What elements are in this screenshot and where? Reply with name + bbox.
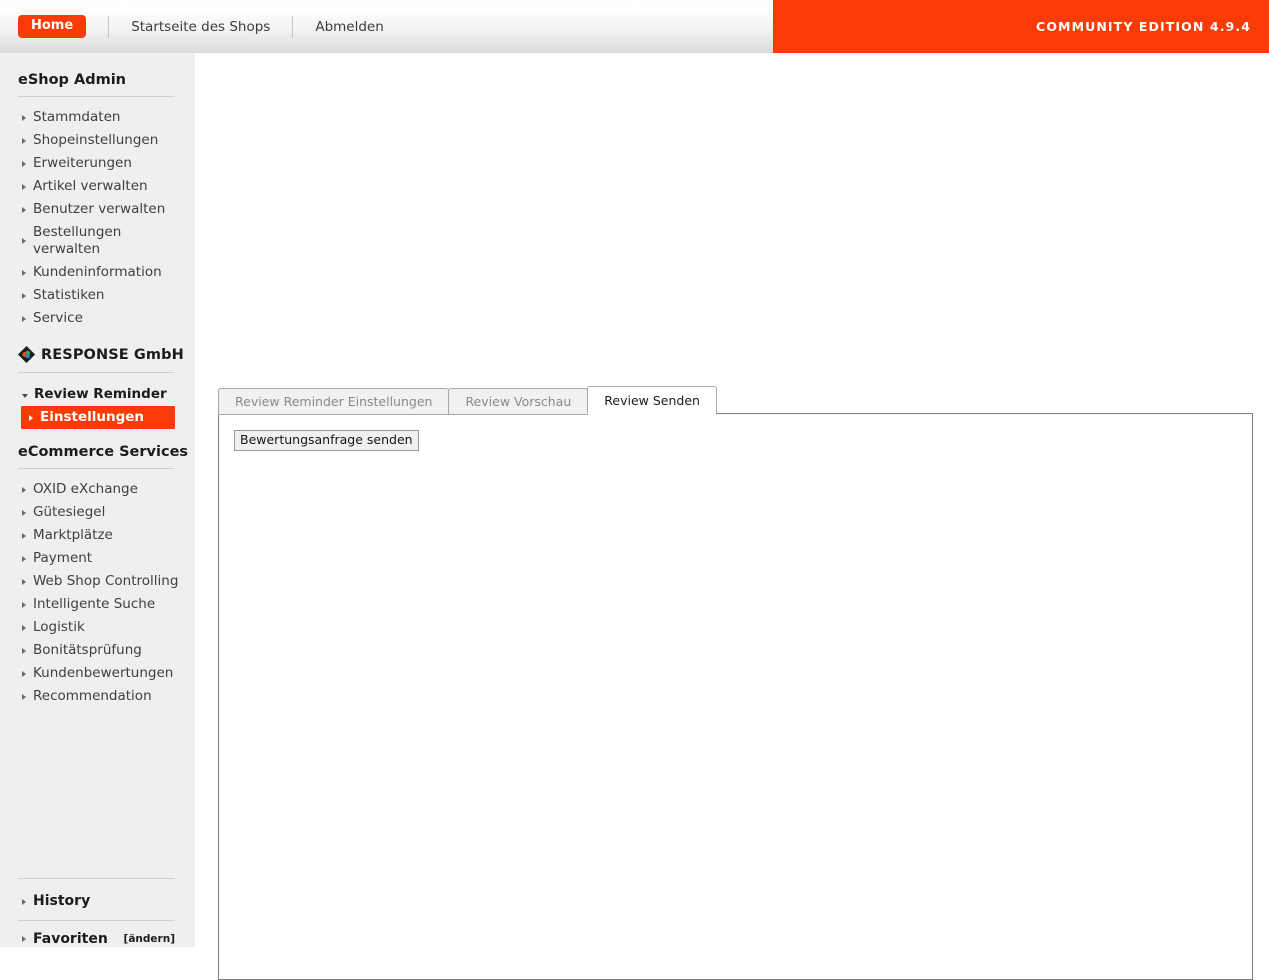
sidebar-item-benutzer-verwalten[interactable]: Benutzer verwalten — [0, 198, 195, 221]
chevron-right-icon — [22, 510, 26, 516]
chevron-right-icon — [22, 316, 26, 322]
chevron-right-icon — [22, 161, 26, 167]
brand-name: RESPONSE GmbH — [41, 346, 184, 363]
sidebar-item-guetesiegel[interactable]: Gütesiegel — [0, 501, 195, 524]
chevron-right-icon — [22, 293, 26, 299]
edition-banner: COMMUNITY EDITION 4.9.4 — [773, 0, 1269, 53]
sidebar-item-label: Recommendation — [33, 688, 152, 704]
home-button[interactable]: Home — [18, 15, 87, 38]
chevron-right-icon — [22, 579, 26, 585]
header-navigation: Home Startseite des Shops Abmelden — [0, 0, 384, 53]
sidebar-item-label: Intelligente Suche — [33, 596, 156, 612]
chevron-right-icon — [22, 899, 26, 905]
chevron-right-icon — [22, 694, 26, 700]
chevron-right-icon — [22, 671, 26, 677]
nav-divider — [108, 15, 110, 38]
chevron-right-icon — [22, 115, 26, 121]
sidebar-item-kundenbewertungen[interactable]: Kundenbewertungen — [0, 662, 195, 685]
sidebar-item-label: Bonitätsprüfung — [33, 642, 142, 658]
sidebar-item-payment[interactable]: Payment — [0, 547, 195, 570]
sidebar-item-review-reminder[interactable]: Review Reminder — [0, 383, 195, 406]
sidebar-item-stammdaten[interactable]: Stammdaten — [0, 106, 195, 129]
sidebar-item-kundeninformation[interactable]: Kundeninformation — [0, 261, 195, 284]
sidebar-item-service[interactable]: Service — [0, 307, 195, 330]
sidebar-item-label: Kundenbewertungen — [33, 665, 174, 681]
chevron-right-icon — [22, 556, 26, 562]
sidebar-item-statistiken[interactable]: Statistiken — [0, 284, 195, 307]
sidebar-item-bonitaetspruefung[interactable]: Bonitätsprüfung — [0, 639, 195, 662]
chevron-right-icon — [22, 602, 26, 608]
sidebar-item-einstellungen[interactable]: Einstellungen — [21, 406, 175, 429]
chevron-right-icon — [22, 648, 26, 654]
sidebar-item-label: OXID eXchange — [33, 481, 138, 497]
chevron-right-icon — [22, 936, 26, 942]
sidebar-item-label: Review Reminder — [34, 386, 167, 402]
top-header-bar: Home Startseite des Shops Abmelden COMMU… — [0, 0, 1269, 53]
chevron-right-icon — [22, 270, 26, 276]
sidebar-item-intelligente-suche[interactable]: Intelligente Suche — [0, 593, 195, 616]
chevron-right-icon — [22, 138, 26, 144]
chevron-right-icon — [22, 184, 26, 190]
sidebar-item-artikel-verwalten[interactable]: Artikel verwalten — [0, 175, 195, 198]
sidebar-item-label: Einstellungen — [40, 409, 145, 425]
sidebar-item-label: Logistik — [33, 619, 85, 635]
sidebar-item-label: Gütesiegel — [33, 504, 106, 520]
ecommerce-section-title: eCommerce Services — [18, 444, 189, 460]
sidebar-item-marktplaetze[interactable]: Marktplätze — [0, 524, 195, 547]
sidebar-item-label: Artikel verwalten — [33, 178, 148, 194]
tab-review-reminder-einstellungen[interactable]: Review Reminder Einstellungen — [218, 388, 450, 415]
sidebar-item-label: Marktplätze — [33, 527, 113, 543]
sidebar-item-history[interactable]: History — [0, 890, 195, 913]
tab-content-panel: Bewertungsanfrage senden — [218, 413, 1253, 980]
sidebar-item-label: Erweiterungen — [33, 155, 132, 171]
favorites-edit-link[interactable]: [ändern] — [124, 933, 175, 945]
sidebar-item-web-shop-controlling[interactable]: Web Shop Controlling — [0, 570, 195, 593]
sidebar-item-label: Payment — [33, 550, 93, 566]
tab-review-vorschau[interactable]: Review Vorschau — [448, 388, 589, 415]
shop-frontpage-link[interactable]: Startseite des Shops — [131, 19, 270, 35]
sidebar-item-label: Bestellungen verwalten — [33, 224, 122, 257]
sidebar-item-label: Benutzer verwalten — [33, 201, 166, 217]
sidebar-item-favoriten[interactable]: Favoriten — [0, 931, 108, 948]
logout-link[interactable]: Abmelden — [315, 19, 383, 35]
chevron-right-icon — [22, 487, 26, 493]
sidebar-item-label: Service — [33, 310, 83, 326]
favorites-row: Favoriten [ändern] — [0, 931, 195, 948]
sidebar-item-label: Web Shop Controlling — [33, 573, 179, 589]
sidebar-item-label: Stammdaten — [33, 109, 121, 125]
sidebar-item-label: Kundeninformation — [33, 264, 162, 280]
edition-label: COMMUNITY EDITION 4.9.4 — [1036, 19, 1251, 34]
chevron-right-icon — [22, 238, 26, 244]
admin-menu-list: Stammdaten Shopeinstellungen Erweiterung… — [0, 106, 195, 330]
sidebar-item-shopeinstellungen[interactable]: Shopeinstellungen — [0, 129, 195, 152]
sidebar-item-label: Shopeinstellungen — [33, 132, 159, 148]
sidebar-item-erweiterungen[interactable]: Erweiterungen — [0, 152, 195, 175]
send-review-request-button[interactable]: Bewertungsanfrage senden — [234, 430, 419, 451]
tab-review-senden[interactable]: Review Senden — [587, 386, 717, 415]
chevron-right-icon — [29, 415, 33, 421]
sidebar-item-label: Statistiken — [33, 287, 105, 303]
sidebar-item-label: Favoriten — [33, 931, 108, 947]
sidebar-item-oxid-exchange[interactable]: OXID eXchange — [0, 478, 195, 501]
sidebar-item-logistik[interactable]: Logistik — [0, 616, 195, 639]
main-content-area: Review Reminder Einstellungen Review Vor… — [195, 53, 1269, 980]
chevron-right-icon — [22, 533, 26, 539]
chevron-down-icon — [22, 394, 28, 398]
sidebar-item-label: History — [33, 893, 91, 909]
diamond-logo-icon — [17, 345, 36, 364]
chevron-right-icon — [22, 207, 26, 213]
admin-section-title: eShop Admin — [18, 72, 126, 88]
tab-bar: Review Reminder Einstellungen Review Vor… — [218, 386, 717, 415]
chevron-right-icon — [22, 625, 26, 631]
sidebar-footer: History Favoriten [ändern] — [0, 878, 195, 948]
sidebar-item-recommendation[interactable]: Recommendation — [0, 685, 195, 708]
nav-divider — [292, 15, 294, 38]
sidebar: eShop Admin Stammdaten Shopeinstellungen… — [0, 53, 195, 947]
brand-header: RESPONSE GmbH — [0, 345, 195, 364]
ecommerce-menu-list: OXID eXchange Gütesiegel Marktplätze Pay… — [0, 478, 195, 708]
sidebar-item-bestellungen-verwalten[interactable]: Bestellungen verwalten — [0, 221, 195, 261]
